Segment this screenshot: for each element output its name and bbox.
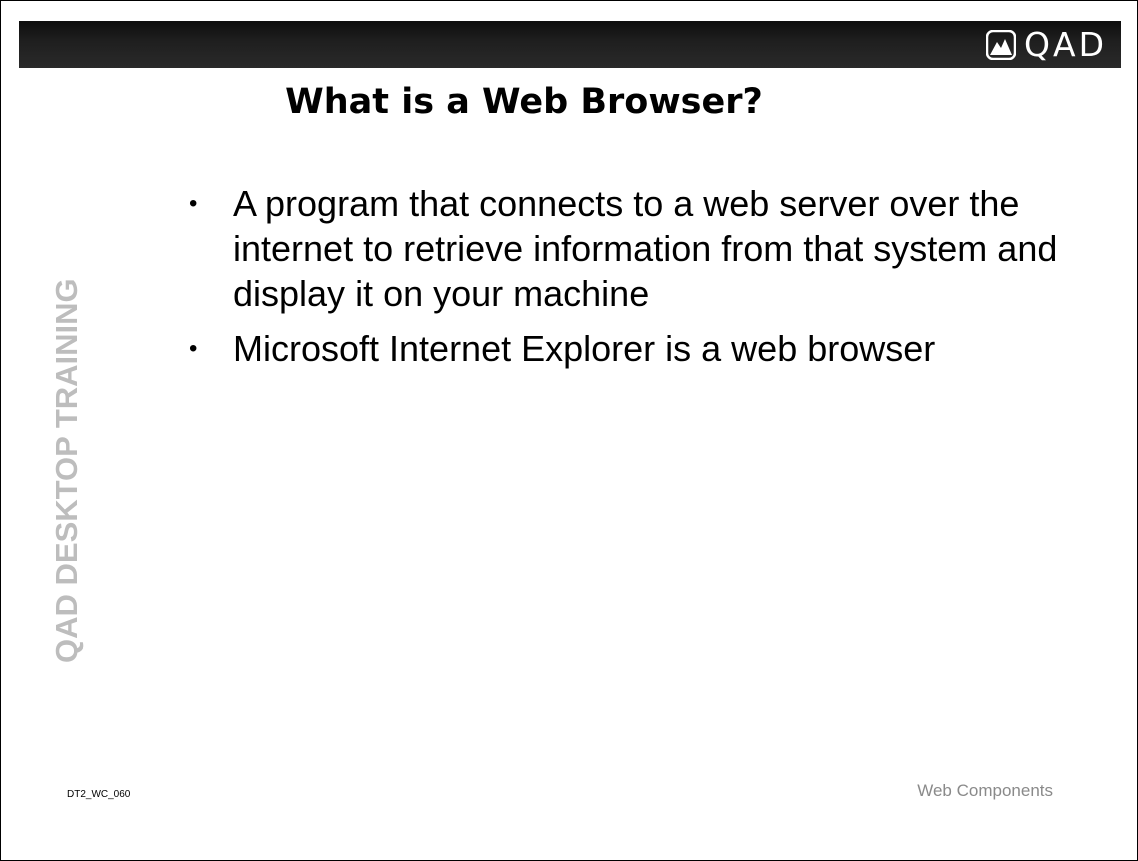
qad-logo: QAD [986,27,1107,63]
section-name: Web Components [917,781,1053,800]
bullet-text: Microsoft Internet Explorer is a web bro… [233,328,936,369]
bullet-item: • Microsoft Internet Explorer is a web b… [189,326,1069,371]
bullet-text: A program that connects to a web server … [233,183,1058,314]
slide-code: DT2_WC_060 [67,789,131,800]
bullet-item: • A program that connects to a web serve… [189,181,1069,316]
side-watermark: QAD DESKTOP TRAINING [49,278,84,663]
slide-title: What is a Web Browser? [285,82,763,122]
slide: QAD What is a Web Browser? QAD DESKTOP T… [0,0,1138,861]
logo-text: QAD [1024,25,1107,64]
header-band: QAD [19,21,1121,68]
bullet-list: • A program that connects to a web serve… [189,181,1069,381]
bullet-marker: • [189,190,198,217]
bullet-marker: • [189,335,198,362]
qad-logo-mark-icon [986,30,1017,60]
